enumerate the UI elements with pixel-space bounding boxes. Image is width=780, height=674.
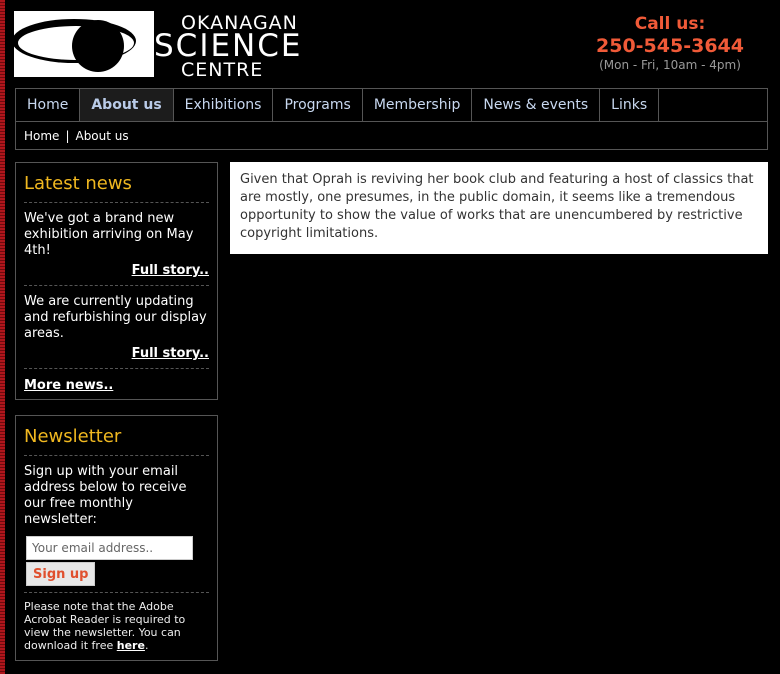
newsletter-email-input[interactable] [26, 536, 193, 560]
main-navigation: Home About us Exhibitions Programs Membe… [15, 88, 768, 150]
logo-line-centre: CENTRE [181, 59, 264, 81]
content-paragraph: Given that Oprah is reviving her book cl… [240, 172, 754, 241]
nav-tabs: Home About us Exhibitions Programs Membe… [16, 89, 767, 122]
contact-block: Call us: 250-545-3644 (Mon - Fri, 10am -… [590, 14, 750, 72]
acrobat-download-link[interactable]: here [117, 639, 145, 652]
nav-tab-programs[interactable]: Programs [273, 89, 363, 121]
newsletter-intro: Sign up with your email address below to… [24, 464, 187, 527]
main-content: Given that Oprah is reviving her book cl… [230, 162, 768, 254]
breadcrumb: Home | About us [16, 122, 767, 150]
logo-wordmark: OKANAGAN SCIENCE CENTRE [154, 11, 324, 81]
left-decorative-stripe [0, 0, 5, 674]
full-story-link[interactable]: Full story.. [132, 263, 209, 278]
acrobat-note: Please note that the Adobe Acrobat Reade… [24, 593, 209, 660]
breadcrumb-separator: | [65, 129, 70, 143]
site-logo[interactable]: OKANAGAN SCIENCE CENTRE [14, 11, 308, 81]
breadcrumb-home-link[interactable]: Home [24, 129, 59, 143]
latest-news-title: Latest news [24, 163, 209, 203]
nav-tab-home[interactable]: Home [16, 89, 81, 121]
newsletter-title: Newsletter [24, 416, 209, 456]
call-us-label: Call us: [634, 14, 706, 34]
news-item-text: We've got a brand new exhibition arrivin… [24, 211, 194, 258]
acrobat-note-text: Please note that the Adobe Acrobat Reade… [24, 600, 186, 652]
more-news-link[interactable]: More news.. [24, 378, 113, 393]
nav-tab-links[interactable]: Links [600, 89, 660, 121]
signup-button[interactable]: Sign up [26, 562, 96, 586]
latest-news-box: Latest news We've got a brand new exhibi… [15, 162, 218, 400]
acrobat-note-end: . [144, 639, 149, 652]
news-item-text: We are currently updating and refurbishi… [24, 294, 207, 341]
full-story-link[interactable]: Full story.. [132, 346, 209, 361]
nav-tab-news-events[interactable]: News & events [472, 89, 601, 121]
breadcrumb-current-link[interactable]: About us [75, 129, 128, 143]
nav-tab-exhibitions[interactable]: Exhibitions [174, 89, 274, 121]
nav-tab-membership[interactable]: Membership [363, 89, 473, 121]
nav-tab-about-us[interactable]: About us [80, 89, 174, 121]
news-item: We've got a brand new exhibition arrivin… [24, 203, 209, 286]
newsletter-box: Newsletter Sign up with your email addre… [15, 415, 218, 661]
office-hours: (Mon - Fri, 10am - 4pm) [599, 58, 741, 72]
planet-logo-icon [14, 11, 154, 77]
phone-number[interactable]: 250-545-3644 [590, 35, 750, 57]
news-item: We are currently updating and refurbishi… [24, 286, 209, 369]
